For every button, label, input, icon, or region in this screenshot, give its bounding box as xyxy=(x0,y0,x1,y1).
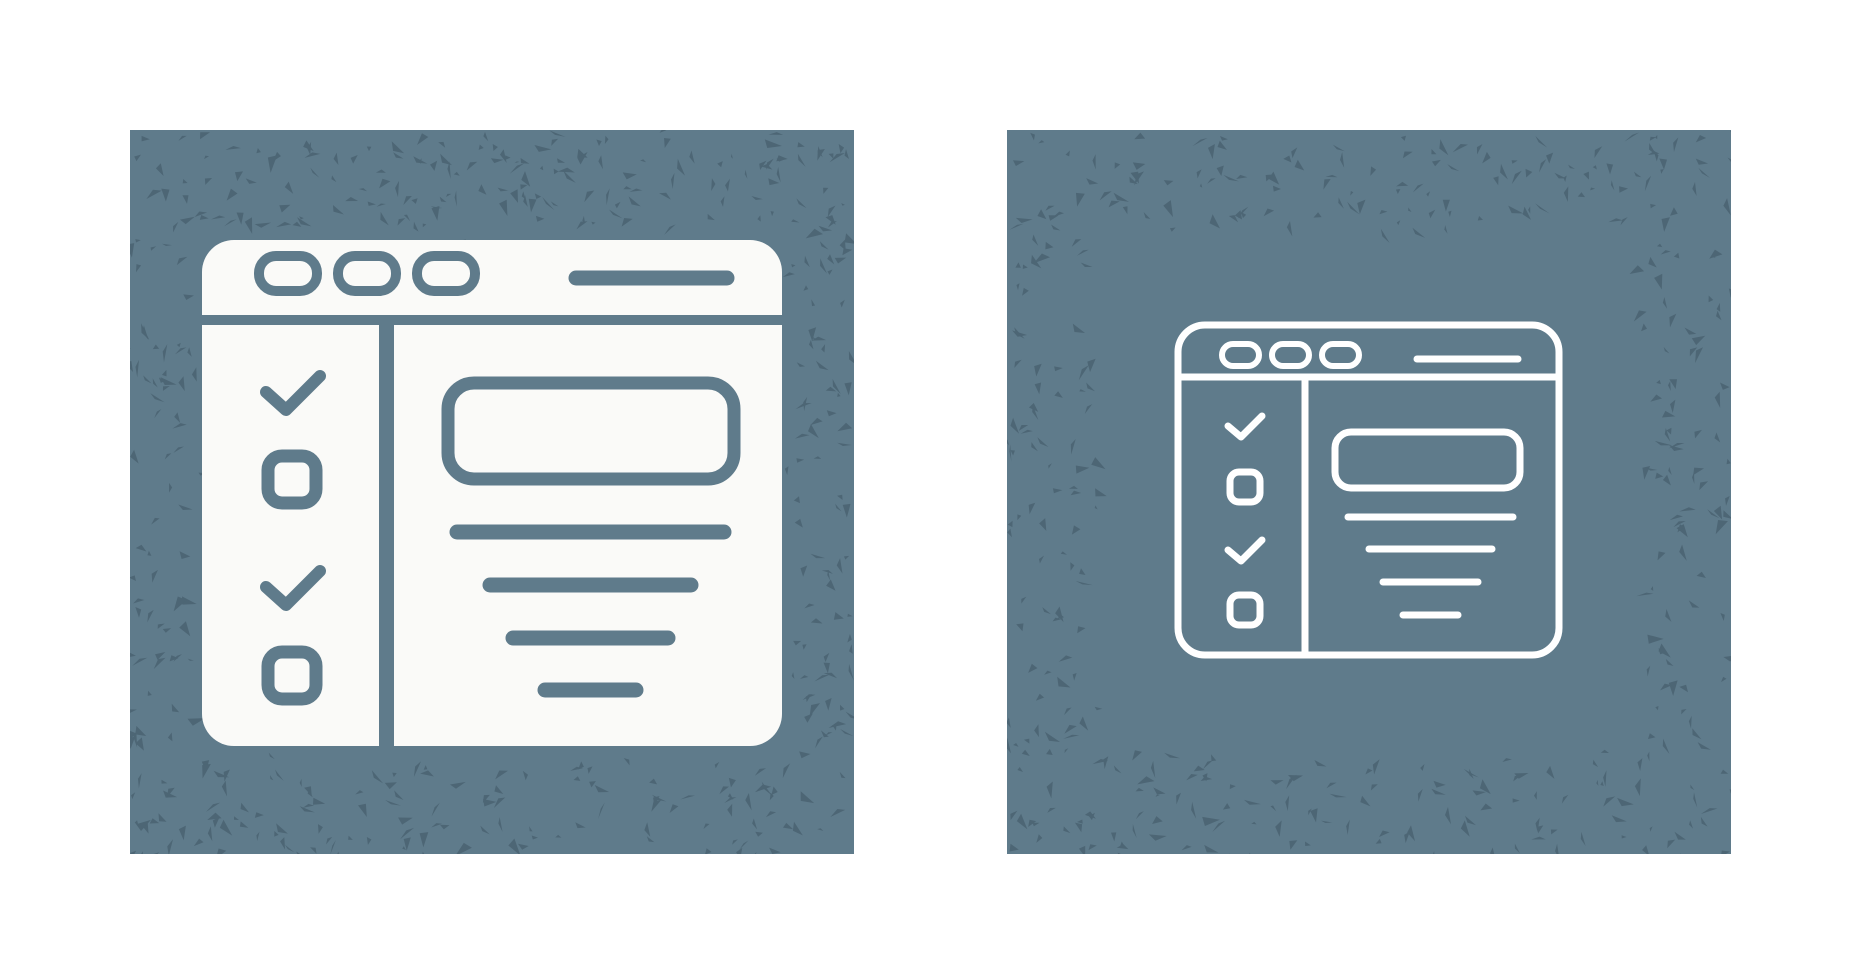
glyph-icon-tile xyxy=(130,130,854,854)
tile-background xyxy=(1007,130,1731,854)
outline-icon-tile xyxy=(1007,130,1731,854)
title-bar-divider xyxy=(202,315,782,325)
tile-canvas xyxy=(1007,130,1731,854)
checklist-browser-window-icon xyxy=(202,240,782,746)
tile-canvas xyxy=(130,130,854,854)
sidebar-divider xyxy=(379,325,394,746)
